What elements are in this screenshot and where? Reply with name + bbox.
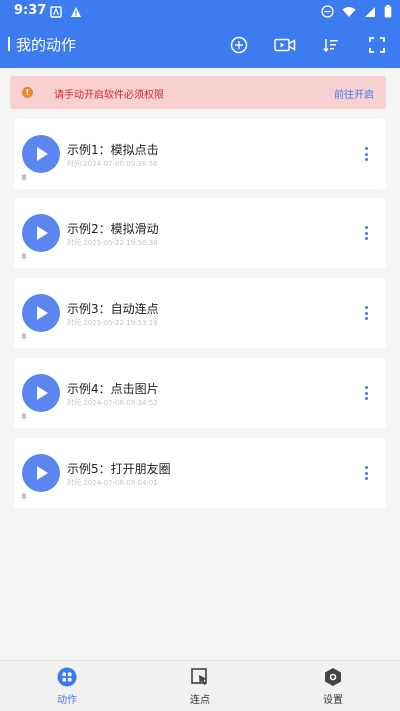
action-card[interactable]: 示例5：打开朋友圈 时间:2024-07-06 09:04:01 bbox=[14, 438, 386, 508]
nav-tab-settings[interactable]: 设置 bbox=[293, 667, 373, 706]
action-time: 时间:2025-05-22 19:50:38 bbox=[67, 239, 158, 247]
more-options-icon[interactable] bbox=[365, 147, 368, 161]
sort-button[interactable] bbox=[318, 32, 344, 58]
nav-label-clicker: 连点 bbox=[190, 695, 210, 706]
add-circle-icon bbox=[230, 36, 248, 54]
page-title: 我的动作 bbox=[16, 36, 77, 54]
nav-tab-actions[interactable]: 动作 bbox=[27, 667, 107, 706]
status-time: 9:37 bbox=[14, 3, 47, 18]
action-time: 时间:2025-05-22 19:53:19 bbox=[67, 319, 158, 327]
action-time: 时间:2024-07-06 09:04:01 bbox=[67, 479, 158, 487]
action-title: 示例3：自动连点 bbox=[67, 302, 159, 316]
pin-icon bbox=[20, 413, 28, 421]
fullscreen-icon bbox=[369, 37, 385, 53]
notification-a-icon bbox=[50, 3, 62, 22]
video-camera-icon bbox=[274, 38, 296, 52]
more-options-icon[interactable] bbox=[365, 466, 368, 480]
action-card[interactable]: 示例3：自动连点 时间:2025-05-22 19:53:19 bbox=[14, 278, 386, 348]
toolbar: 我的动作 bbox=[0, 30, 400, 60]
play-button[interactable] bbox=[22, 294, 60, 332]
do-not-disturb-icon bbox=[321, 3, 334, 22]
grid-icon bbox=[57, 667, 77, 687]
status-bar: 9:37 bbox=[0, 0, 400, 22]
play-button[interactable] bbox=[22, 135, 60, 173]
permission-alert: ! 请手动开启软件必须权限 前往开启 bbox=[10, 76, 386, 109]
pin-icon bbox=[20, 253, 28, 261]
app-header: 9:37 我的动作 bbox=[0, 0, 400, 68]
cursor-select-icon bbox=[191, 668, 207, 686]
action-time: 时间:2024-07-06 09:36:56 bbox=[67, 160, 158, 168]
action-title: 示例2：模拟滑动 bbox=[67, 222, 159, 236]
pin-icon bbox=[20, 493, 28, 501]
pin-icon bbox=[20, 174, 28, 182]
title-accent-bar bbox=[8, 37, 10, 51]
wifi-icon bbox=[342, 3, 356, 22]
sort-icon bbox=[323, 39, 338, 53]
signal-icon bbox=[364, 3, 376, 22]
action-card[interactable]: 示例1：模拟点击 时间:2024-07-06 09:36:56 bbox=[14, 119, 386, 189]
record-button[interactable] bbox=[272, 32, 298, 58]
nav-label-settings: 设置 bbox=[323, 695, 343, 706]
action-title: 示例5：打开朋友圈 bbox=[67, 462, 171, 476]
info-icon: ! bbox=[22, 87, 33, 98]
alert-message: 请手动开启软件必须权限 bbox=[54, 90, 164, 101]
more-options-icon[interactable] bbox=[365, 386, 368, 400]
battery-icon bbox=[384, 3, 392, 22]
fullscreen-button[interactable] bbox=[364, 32, 390, 58]
nav-label-actions: 动作 bbox=[57, 695, 77, 706]
warning-icon bbox=[70, 3, 82, 22]
more-options-icon[interactable] bbox=[365, 306, 368, 320]
action-time: 时间:2024-07-06 09:34:52 bbox=[67, 399, 158, 407]
add-action-button[interactable] bbox=[226, 32, 252, 58]
play-button[interactable] bbox=[22, 374, 60, 412]
action-title: 示例4：点击图片 bbox=[67, 382, 159, 396]
enable-permission-link[interactable]: 前往开启 bbox=[334, 86, 374, 101]
bottom-navigation: 动作 连点 设置 bbox=[0, 660, 400, 711]
pin-icon bbox=[20, 333, 28, 341]
play-button[interactable] bbox=[22, 214, 60, 252]
more-options-icon[interactable] bbox=[365, 226, 368, 240]
nav-tab-clicker[interactable]: 连点 bbox=[160, 667, 240, 706]
play-button[interactable] bbox=[22, 454, 60, 492]
action-card[interactable]: 示例4：点击图片 时间:2024-07-06 09:34:52 bbox=[14, 358, 386, 428]
action-title: 示例1：模拟点击 bbox=[67, 143, 159, 157]
action-card[interactable]: 示例2：模拟滑动 时间:2025-05-22 19:50:38 bbox=[14, 198, 386, 268]
settings-hexagon-icon bbox=[325, 668, 341, 686]
